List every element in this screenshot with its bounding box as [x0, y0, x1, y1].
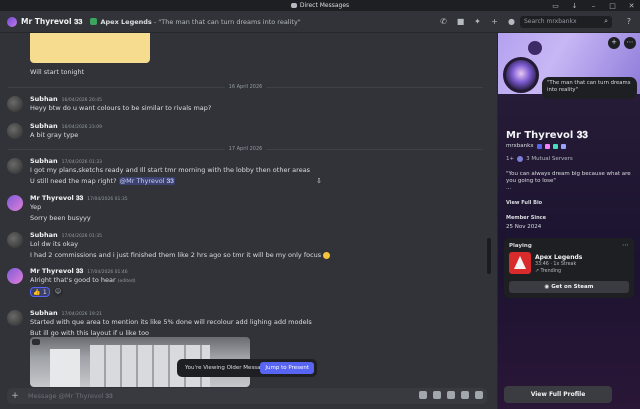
apps-icon[interactable]: [475, 391, 483, 399]
message-header: Subhan 17/04/2026 01:33: [30, 157, 102, 165]
message-header: Mr Thyrevol 𝟑𝟑 17/04/2026 01:46: [30, 267, 128, 275]
get-on-steam-button[interactable]: ◉ Get on Steam: [509, 281, 629, 293]
avatar[interactable]: [7, 158, 23, 174]
game-title: Apex Legends: [535, 254, 583, 261]
message-input[interactable]: Message @Mr Thyrevol 𝟑𝟑: [28, 392, 113, 401]
scrollbar[interactable]: [487, 238, 491, 274]
message-header: Subhan 16/04/2026 20:45: [30, 95, 102, 103]
chat-area[interactable]: Will start tonight 16 April 2026 Subhan 1…: [0, 33, 497, 409]
attach-plus-icon[interactable]: +: [10, 391, 20, 401]
message-text: Will start tonight: [30, 68, 85, 76]
voice-call-icon[interactable]: ✆: [439, 17, 448, 26]
message-composer[interactable]: + Message @Mr Thyrevol 𝟑𝟑: [7, 388, 487, 404]
title-bar: Direct Messages ▭ ↓ – □ ✕: [0, 0, 640, 11]
message-text: I got my plans,sketchs ready and Ill sta…: [30, 166, 311, 174]
view-full-profile-button[interactable]: View Full Profile: [504, 386, 612, 403]
download-arrow-icon: ⇩: [316, 177, 322, 185]
quest-badge-icon[interactable]: [560, 143, 566, 149]
message-text: I had 2 commissions and i just finished …: [30, 251, 331, 259]
help-icon[interactable]: ?: [627, 17, 631, 26]
avatar[interactable]: [7, 268, 23, 284]
window-title: Direct Messages: [299, 2, 350, 9]
thumbs-up-icon: 👍: [33, 288, 41, 296]
message-text: A bit gray type: [30, 131, 79, 139]
view-full-bio-link[interactable]: View Full Bio: [506, 200, 542, 206]
message-text: U still need the map right? @Mr Thyrevol…: [30, 177, 175, 185]
add-friend-icon[interactable]: +: [608, 37, 620, 49]
emoji-icon[interactable]: [461, 391, 469, 399]
search-icon: ⌕: [604, 17, 608, 25]
dm-header: Mr Thyrevol 𝟑𝟑 Apex Legends - "The man t…: [0, 11, 640, 33]
video-call-icon[interactable]: ■: [456, 17, 465, 26]
mutual-servers[interactable]: 1+ 3 Mutual Servers: [506, 156, 573, 162]
message-text: Lol dw its okay: [30, 240, 79, 248]
message-text: Heyy btw do u want colours to be similar…: [30, 104, 212, 112]
playing-label: Playing: [509, 243, 532, 249]
boost-badge-icon[interactable]: [552, 143, 558, 149]
date-divider: 16 April 2026: [8, 84, 483, 90]
gif-icon[interactable]: [433, 391, 441, 399]
message-header: Subhan 16/04/2026 23:09: [30, 122, 102, 130]
user-mention[interactable]: @Mr Thyrevol 𝟑𝟑: [118, 177, 175, 185]
message-text: Yep: [30, 203, 42, 211]
avatar[interactable]: [7, 232, 23, 248]
discord-icon: [290, 3, 297, 8]
more-options-icon[interactable]: ⋯: [622, 241, 629, 249]
profile-display-name: Mr Thyrevol 𝟑𝟑: [506, 130, 588, 141]
trending-label: ↗ Trending: [535, 269, 562, 274]
game-icon: [90, 18, 98, 25]
maximize-button[interactable]: □: [608, 2, 617, 10]
sticker-icon[interactable]: [447, 391, 455, 399]
date-divider: 17 April 2026: [8, 146, 483, 152]
user-profile-panel: + ⋯ "The man that can turn dreams into r…: [497, 33, 640, 409]
avatar[interactable]: [7, 310, 23, 326]
close-button[interactable]: ✕: [627, 2, 636, 10]
message-header: Mr Thyrevol 𝟑𝟑 17/04/2026 01:35: [30, 194, 128, 202]
member-since-date: 25 Nov 2024: [506, 224, 542, 230]
more-options-icon[interactable]: ⋯: [624, 37, 636, 49]
profile-avatar[interactable]: [503, 57, 539, 93]
search-input[interactable]: Search mrxbankx ⌕: [520, 16, 612, 28]
avatar[interactable]: [7, 96, 23, 112]
game-meta: 33:46 · 1x Streak: [535, 262, 577, 267]
message-header: Subhan 17/04/2026 19:21: [30, 309, 102, 317]
message-text: Alright that's good to hear (edited): [30, 276, 136, 284]
server-icon: [517, 156, 524, 162]
member-since-label: Member Since: [506, 215, 546, 221]
smile-emoji-icon: [323, 251, 331, 259]
nitro-badge-icon[interactable]: [544, 143, 550, 149]
header-avatar[interactable]: [7, 16, 17, 27]
add-friend-icon[interactable]: +: [490, 17, 499, 26]
minimize-button[interactable]: –: [589, 2, 598, 10]
jump-to-present-button[interactable]: Jump to Present: [260, 362, 314, 374]
message-text: Started with que area to mention its lik…: [30, 318, 312, 326]
header-username[interactable]: Mr Thyrevol 𝟑𝟑: [21, 17, 82, 27]
badge-icon[interactable]: [536, 143, 542, 149]
pin-icon[interactable]: ✦: [473, 17, 482, 26]
profile-handle: mrxbankx: [506, 143, 566, 149]
reaction-thumbs-up[interactable]: 👍 1: [30, 287, 50, 297]
message-text: Sorry been busyyy: [30, 214, 91, 222]
message-text: But ill go with this layout if u like to…: [30, 329, 150, 337]
profile-toggle-icon[interactable]: ●: [507, 17, 516, 26]
apex-legends-icon: [509, 252, 531, 274]
attachment-image[interactable]: [30, 33, 150, 63]
profile-bio: "You can always dream big because what a…: [506, 171, 631, 191]
inbox-window-icon[interactable]: ▭: [551, 2, 560, 10]
status-bubble: "The man that can turn dreams into reali…: [542, 77, 637, 99]
message-header: Subhan 17/04/2026 01:35: [30, 231, 102, 239]
activity-card: Playing ⋯ Apex Legends 33:46 · 1x Streak…: [504, 238, 634, 298]
avatar[interactable]: [7, 123, 23, 139]
download-icon[interactable]: ↓: [570, 2, 579, 10]
older-messages-bar: You're Viewing Older Messages Jump to Pre…: [177, 359, 317, 377]
header-activity: Apex Legends - "The man that can turn dr…: [100, 17, 301, 26]
avatar[interactable]: [7, 195, 23, 211]
gift-icon[interactable]: [419, 391, 427, 399]
add-reaction-icon[interactable]: ☺: [53, 287, 63, 297]
